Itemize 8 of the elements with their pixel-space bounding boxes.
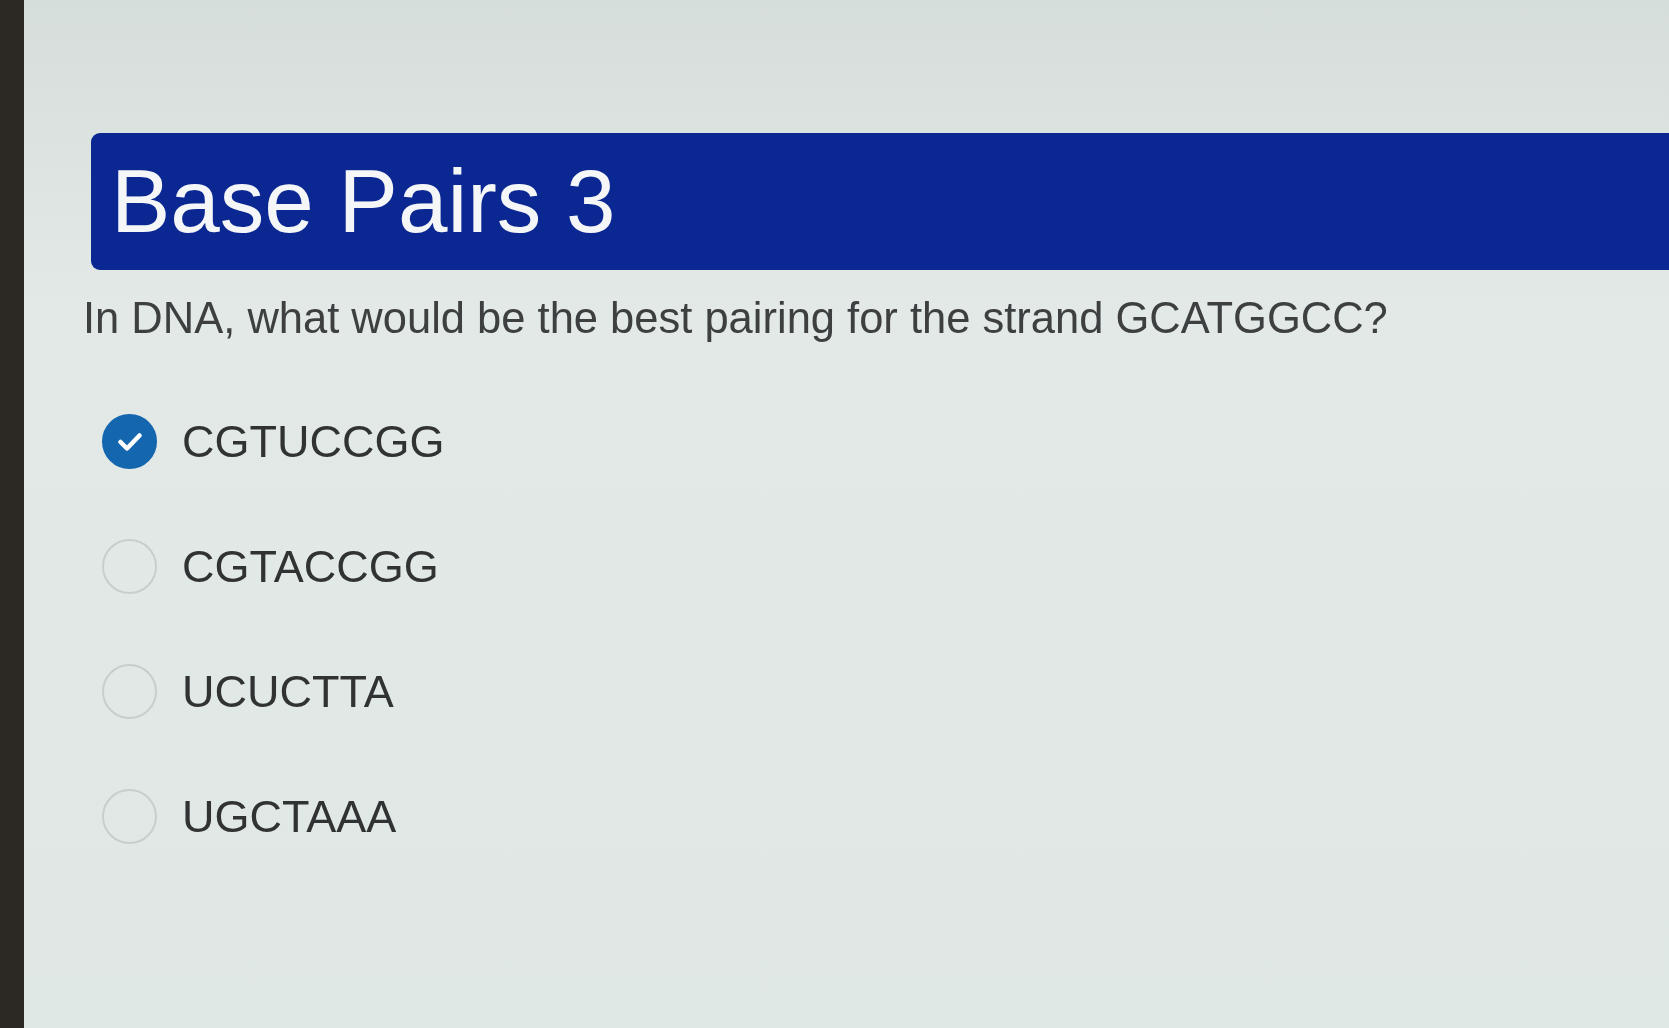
quiz-title: Base Pairs 3 (111, 157, 616, 246)
option-label[interactable]: CGTUCCGG (182, 414, 445, 469)
question-text: In DNA, what would be the best pairing for the strand GCATGGCC? (83, 293, 1388, 344)
radio-button[interactable] (102, 414, 157, 470)
option-label[interactable]: UCUCTTA (182, 664, 394, 719)
option-label[interactable]: UGCTAAA (182, 789, 397, 844)
option-label[interactable]: CGTACCGG (182, 539, 439, 594)
check-icon (117, 432, 142, 451)
